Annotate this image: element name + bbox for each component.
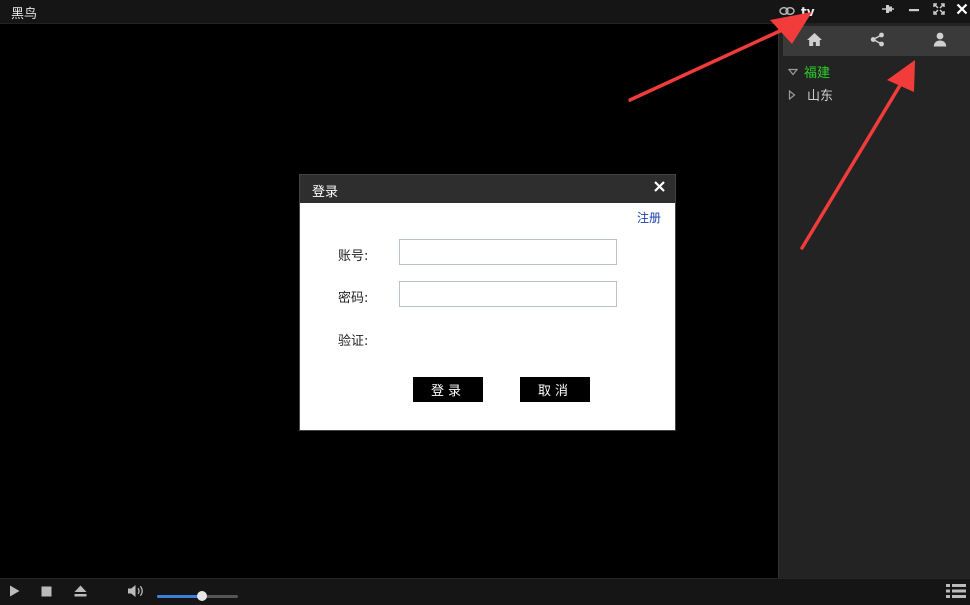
verify-label: 验证: <box>338 334 369 349</box>
stop-icon <box>41 586 52 601</box>
register-link[interactable]: 注册 <box>637 209 661 226</box>
share-icon <box>870 32 885 51</box>
user-icon <box>933 32 947 51</box>
play-button[interactable] <box>6 585 22 601</box>
minimize-icon <box>908 3 920 19</box>
pin-button[interactable] <box>877 0 899 22</box>
password-label: 密码: <box>338 291 369 306</box>
app-title: 黑鸟 <box>11 7 38 22</box>
password-input[interactable] <box>399 281 617 307</box>
account-label: 账号: <box>338 249 369 264</box>
link-icon <box>779 5 795 20</box>
pin-icon <box>881 3 895 19</box>
playback-controls <box>0 578 970 605</box>
playlist-button[interactable] <box>946 583 966 603</box>
sidebar-tabs <box>783 26 970 56</box>
dialog-header: 登录 <box>300 175 675 203</box>
cancel-button[interactable]: 取消 <box>520 377 590 402</box>
channel-sidebar: 福建 山东 <box>778 24 970 578</box>
volume-slider[interactable] <box>157 591 238 601</box>
eject-icon <box>74 585 87 601</box>
tree-item-label: 福建 <box>804 66 831 81</box>
channel-tree: 福建 山东 <box>779 60 970 106</box>
tab-share[interactable] <box>846 26 909 56</box>
tree-item-label: 山东 <box>807 89 834 104</box>
home-icon <box>806 32 823 51</box>
volume-slider-fill <box>157 595 202 598</box>
volume-slider-knob[interactable] <box>196 591 207 601</box>
close-button[interactable] <box>951 0 970 22</box>
tv-label: tv <box>801 5 815 19</box>
eject-button[interactable] <box>72 585 88 601</box>
tree-item-fujian[interactable]: 福建 <box>779 60 970 83</box>
chevron-right-icon <box>788 89 804 100</box>
fullscreen-button[interactable] <box>928 0 950 22</box>
fullscreen-icon <box>933 3 945 19</box>
stop-button[interactable] <box>38 585 54 601</box>
tab-home[interactable] <box>783 26 846 56</box>
list-icon <box>946 583 966 603</box>
play-icon <box>9 585 20 601</box>
minimize-button[interactable] <box>903 0 925 22</box>
speaker-icon <box>127 584 144 602</box>
tab-user[interactable] <box>908 26 970 56</box>
tree-item-shandong[interactable]: 山东 <box>779 83 970 106</box>
title-bar: 黑鸟 tv <box>0 0 970 24</box>
account-input[interactable] <box>399 239 617 265</box>
close-icon <box>956 3 968 19</box>
chevron-down-icon <box>788 68 804 76</box>
login-button[interactable]: 登录 <box>413 377 483 402</box>
dialog-title: 登录 <box>312 185 339 200</box>
login-dialog: 登录 注册 账号: 密码: 验证: 登录 取消 <box>299 174 676 431</box>
volume-button[interactable] <box>127 585 143 601</box>
dialog-close-button[interactable] <box>651 180 667 196</box>
tv-button[interactable]: tv <box>779 2 815 22</box>
close-icon <box>653 180 665 196</box>
